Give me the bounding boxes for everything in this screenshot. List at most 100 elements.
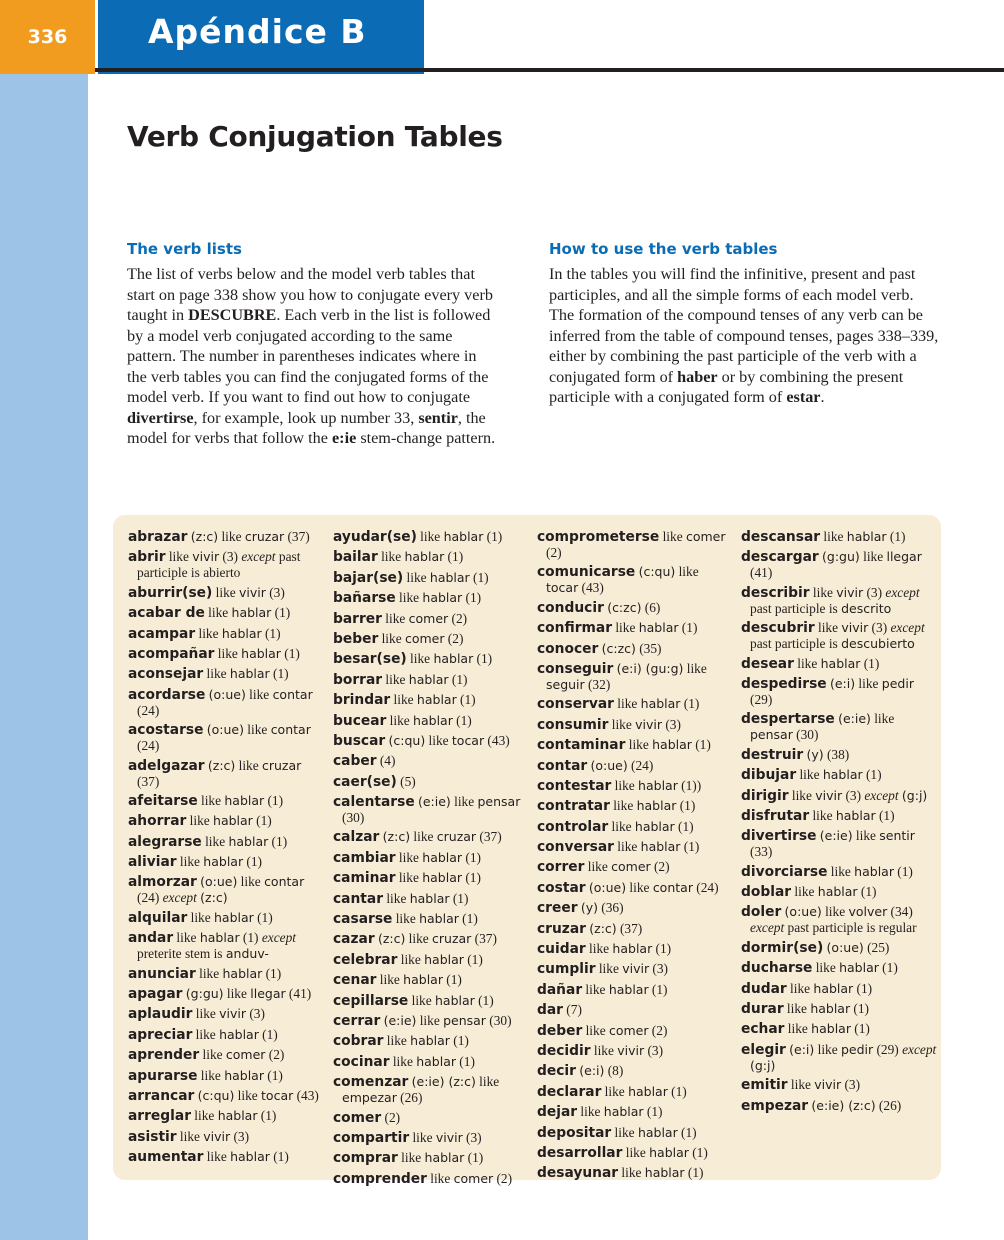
model-verb: vivir: [239, 584, 266, 600]
like-word: like: [395, 911, 416, 927]
verb-column-1: abrazar (z:c) like cruzar (37) abrir like…: [128, 529, 324, 1170]
verb-infinitive: creer: [537, 900, 578, 917]
verb-entry: bañarse like hablar (1): [333, 590, 529, 606]
stem-change-marker: (y): [580, 900, 598, 916]
like-word: like: [381, 549, 402, 565]
like-word: like: [830, 863, 851, 879]
verb-infinitive: bucear: [333, 712, 387, 729]
verb-entry: dudar like hablar (1): [741, 981, 937, 997]
verb-entry: bucear like hablar (1): [333, 713, 529, 729]
verb-infinitive: comprar: [333, 1150, 398, 1167]
verb-infinitive: contestar: [537, 777, 612, 794]
verb-entry: correr like comer (2): [537, 859, 733, 875]
verb-infinitive: descargar: [741, 549, 819, 566]
verb-entry: arrancar (c:qu) like tocar (43): [128, 1088, 324, 1104]
model-verb: hablar: [229, 666, 270, 682]
model-verb: hablar: [854, 863, 894, 879]
like-word: like: [585, 1022, 606, 1038]
model-verb: hablar: [217, 1108, 258, 1124]
model-number: (1): [856, 980, 873, 996]
like-word: like: [401, 1150, 422, 1166]
like-word: like: [237, 1087, 258, 1103]
model-number: (1): [860, 884, 877, 900]
verb-lists-section: The verb lists The list of verbs below a…: [127, 240, 497, 449]
model-verb: hablar: [409, 890, 450, 906]
model-number: (2): [447, 630, 464, 646]
like-word: like: [393, 692, 414, 708]
model-verb: contar: [652, 879, 693, 895]
model-number: (1): [462, 911, 478, 927]
model-number: (1): [695, 737, 711, 753]
verb-infinitive: conseguir: [537, 660, 614, 677]
model-number: (43): [581, 580, 604, 596]
verb-entry: comunicarse (c:qu) like tocar (43): [537, 564, 733, 595]
verb-infinitive: emitir: [741, 1077, 788, 1094]
verb-entry: dar (7): [537, 1002, 733, 1018]
like-word: like: [226, 986, 247, 1002]
verb-entry: despedirse (e:i) like pedir (29): [741, 676, 937, 707]
model-verb: hablar: [424, 1150, 465, 1166]
model-number: (1): [679, 798, 696, 814]
verb-entry: aplaudir like vivir (3): [128, 1006, 324, 1022]
like-word: like: [587, 859, 608, 875]
model-number: (1): [264, 625, 281, 641]
like-word: like: [585, 981, 606, 997]
model-number: (1): [451, 671, 468, 687]
model-verb: hablar: [419, 911, 459, 927]
model-verb: hablar: [403, 972, 443, 988]
like-word: like: [410, 651, 431, 667]
verb-infinitive: cambiar: [333, 849, 396, 866]
model-number: (1): [465, 870, 481, 886]
model-verb: contar: [270, 722, 311, 738]
model-number: (1): [476, 651, 493, 667]
verb-infinitive: describir: [741, 584, 810, 601]
model-number: (24): [137, 890, 160, 906]
model-number: (1): [467, 951, 483, 967]
model-number: (3): [652, 961, 669, 977]
verb-entry: descargar (g:gu) like llegar (41): [741, 549, 937, 580]
stem-change-marker: (e:i): [789, 1041, 815, 1057]
like-word: like: [168, 549, 189, 565]
stem-change-marker: (z:c): [382, 829, 411, 845]
like-word: like: [593, 1042, 614, 1058]
verb-entry: aburrir(se) like vivir (3): [128, 585, 324, 601]
model-verb: hablar: [224, 792, 265, 808]
model-number: (25): [867, 939, 890, 955]
model-verb: hablar: [434, 992, 475, 1008]
verb-infinitive: abrir: [128, 549, 166, 566]
like-word: like: [412, 1129, 433, 1145]
verb-infinitive: acampar: [128, 625, 196, 642]
like-word: like: [786, 1001, 808, 1017]
model-verb: hablar: [822, 767, 863, 783]
stem-change-marker: (o:ue): [826, 939, 864, 955]
like-word: like: [208, 605, 229, 621]
model-number: (41): [750, 565, 773, 581]
verb-entry: despertarse (e:ie) like pensar (30): [741, 711, 937, 742]
model-verb: hablar: [846, 529, 887, 544]
verb-infinitive: despertarse: [741, 711, 835, 728]
verb-entry: borrar like hablar (1): [333, 672, 529, 688]
verb-entry: cuidar like hablar (1): [537, 941, 733, 957]
like-word: like: [686, 660, 707, 676]
model-verb: comer: [404, 630, 445, 646]
like-word: like: [598, 961, 619, 977]
verb-infinitive: bailar: [333, 549, 378, 566]
model-verb: llegar: [886, 549, 922, 565]
model-number: (26): [878, 1097, 902, 1113]
like-word: like: [408, 931, 429, 947]
model-number: (8): [607, 1063, 624, 1079]
stem-change-marker: (e:ie): [819, 828, 853, 844]
like-word: like: [858, 675, 879, 691]
model-verb: hablar: [422, 590, 463, 606]
like-word: like: [190, 909, 211, 925]
model-verb: vivir: [635, 716, 663, 732]
stem-change-marker: (c:qu): [638, 564, 676, 580]
verb-infinitive: aplaudir: [128, 1006, 193, 1023]
like-word: like: [392, 1053, 413, 1069]
like-word: like: [863, 549, 884, 565]
verb-entry: cumplir like vivir (3): [537, 961, 733, 977]
model-verb: hablar: [637, 1124, 678, 1140]
verb-entry: decidir like vivir (3): [537, 1043, 733, 1059]
model-verb: vivir: [617, 1042, 645, 1058]
model-verb: pensar: [750, 727, 793, 743]
